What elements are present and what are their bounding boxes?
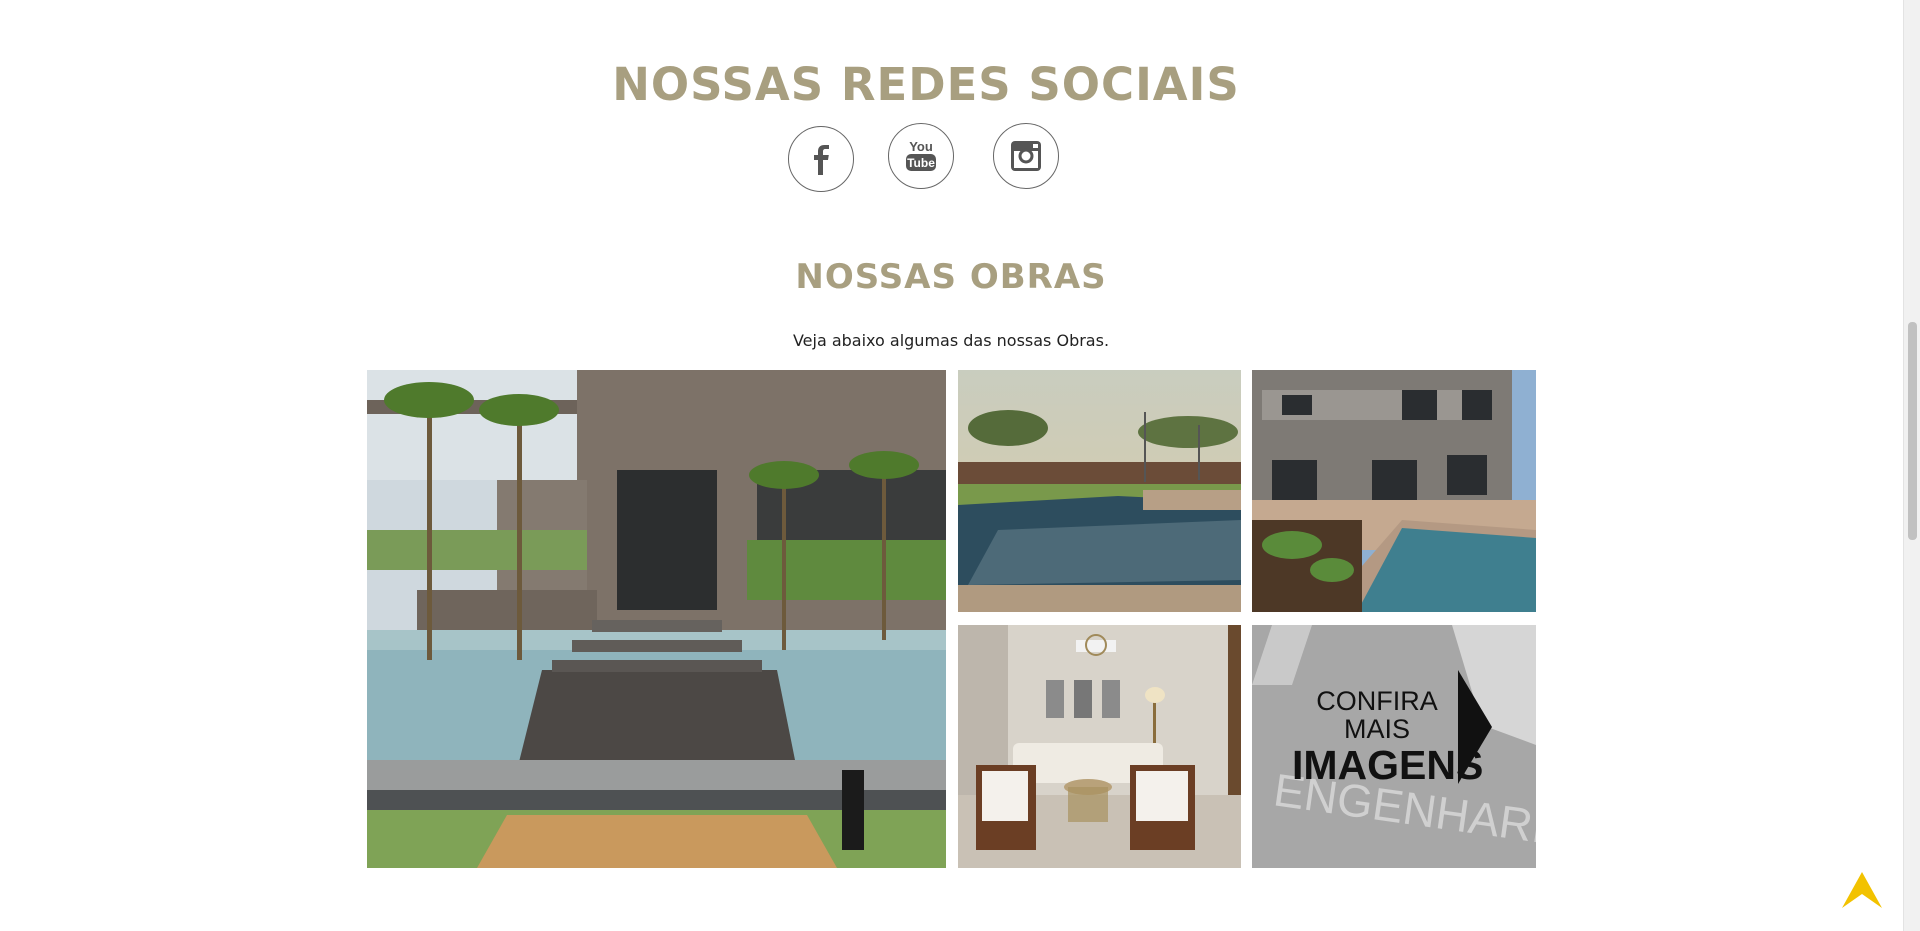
arrow-up-icon	[1842, 872, 1882, 908]
garden-pool-photo	[958, 370, 1241, 612]
arrow-right-icon	[1458, 670, 1492, 784]
more-images-label: CONFIRA MAIS IMAGENS	[1292, 686, 1484, 788]
gallery-image-3[interactable]	[1252, 370, 1536, 612]
living-room-photo	[958, 625, 1241, 868]
page-content: NOSSAS REDES SOCIAIS You Tube NOSSAS OBR…	[0, 0, 1904, 931]
scrollbar[interactable]	[1903, 0, 1920, 931]
youtube-icon-top-text: You	[909, 139, 933, 154]
obras-subtitle: Veja abaixo algumas das nossas Obras.	[792, 331, 1110, 350]
facebook-link[interactable]	[788, 126, 854, 192]
instagram-icon	[1011, 141, 1041, 171]
two-story-house-photo	[1252, 370, 1536, 612]
gallery-image-1[interactable]	[367, 370, 946, 868]
youtube-icon-bottom-text: Tube	[907, 156, 935, 170]
social-title: NOSSAS REDES SOCIAIS	[612, 58, 1240, 111]
youtube-icon: You Tube	[906, 139, 936, 171]
more-images-line2: IMAGENS	[1292, 741, 1484, 788]
gallery-image-2[interactable]	[958, 370, 1241, 612]
obras-title: NOSSAS OBRAS	[795, 257, 1107, 297]
back-to-top-button[interactable]	[1840, 868, 1884, 912]
social-links: You Tube	[0, 123, 1920, 193]
gallery-image-4[interactable]	[958, 625, 1241, 868]
facebook-icon	[814, 145, 829, 175]
house-pool-photo	[367, 370, 946, 868]
scrollbar-thumb[interactable]	[1908, 322, 1917, 540]
more-images-line1: CONFIRA MAIS	[1316, 686, 1438, 745]
more-images-link[interactable]: ENGENHARIA CONFIRA MAIS IMAGENS	[1252, 625, 1536, 868]
instagram-link[interactable]	[993, 123, 1059, 189]
youtube-link[interactable]: You Tube	[888, 123, 954, 189]
